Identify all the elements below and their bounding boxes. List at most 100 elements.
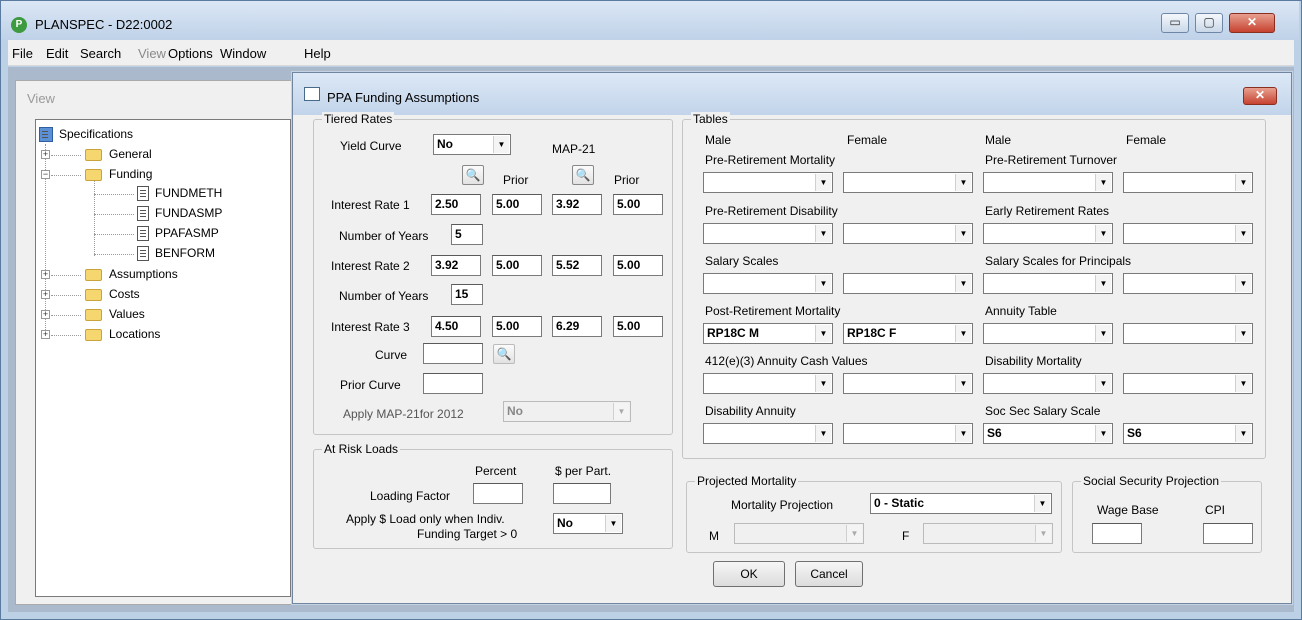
menu-window[interactable]: Window xyxy=(220,46,266,61)
number-of-years-2-field[interactable]: 15 xyxy=(451,284,483,305)
interest-rate-1-field-4[interactable]: 5.00 xyxy=(613,194,663,215)
chevron-down-icon[interactable]: ▼ xyxy=(846,525,862,542)
interest-rate-3-field-4[interactable]: 5.00 xyxy=(613,316,663,337)
chevron-down-icon[interactable]: ▼ xyxy=(1095,375,1111,392)
chevron-down-icon[interactable]: ▼ xyxy=(1095,225,1111,242)
table-select-1-2[interactable]: ▼ xyxy=(843,172,973,193)
loading-per-part-field[interactable] xyxy=(553,483,611,504)
chevron-down-icon[interactable]: ▼ xyxy=(815,425,831,442)
tree-item-fundmeth[interactable]: FUNDMETH xyxy=(155,186,222,200)
chevron-down-icon[interactable]: ▼ xyxy=(815,325,831,342)
chevron-down-icon[interactable]: ▼ xyxy=(955,275,971,292)
apply-load-select[interactable]: No ▼ xyxy=(553,513,623,534)
table-select-6-4[interactable]: S6 ▼ xyxy=(1123,423,1253,444)
curve-field[interactable] xyxy=(423,343,483,364)
prior-curve-field[interactable] xyxy=(423,373,483,394)
map21-lookup-button[interactable]: 🔍 xyxy=(572,165,594,185)
chevron-down-icon[interactable]: ▼ xyxy=(1034,495,1050,512)
chevron-down-icon[interactable]: ▼ xyxy=(1235,425,1251,442)
chevron-down-icon[interactable]: ▼ xyxy=(1095,425,1111,442)
table-select-1-3[interactable]: ▼ xyxy=(983,172,1113,193)
chevron-down-icon[interactable]: ▼ xyxy=(815,225,831,242)
table-select-4-2[interactable]: RP18C F ▼ xyxy=(843,323,973,344)
tree-item-ppafasmp[interactable]: PPAFASMP xyxy=(155,226,219,240)
interest-rate-3-field-1[interactable]: 4.50 xyxy=(431,316,481,337)
interest-rate-1-field-2[interactable]: 5.00 xyxy=(492,194,542,215)
ok-button[interactable]: OK xyxy=(713,561,785,587)
tree-expander-funding[interactable]: − xyxy=(41,170,50,179)
dialog-close-button[interactable]: ✕ xyxy=(1243,87,1277,105)
chevron-down-icon[interactable]: ▼ xyxy=(1095,174,1111,191)
chevron-down-icon[interactable]: ▼ xyxy=(955,425,971,442)
chevron-down-icon[interactable]: ▼ xyxy=(1095,275,1111,292)
specifications-tree[interactable]: Specifications + General − Funding FUNDMETH FU… xyxy=(35,119,291,597)
table-select-3-1[interactable]: ▼ xyxy=(703,273,833,294)
yield-curve-select[interactable]: No ▼ xyxy=(433,134,511,155)
table-select-3-4[interactable]: ▼ xyxy=(1123,273,1253,294)
mortality-projection-select[interactable]: 0 - Static ▼ xyxy=(870,493,1052,514)
close-button[interactable]: ✕ xyxy=(1229,13,1275,33)
tree-item-assumptions[interactable]: Assumptions xyxy=(109,267,178,281)
table-select-4-3[interactable]: ▼ xyxy=(983,323,1113,344)
table-select-6-1[interactable]: ▼ xyxy=(703,423,833,444)
cpi-field[interactable] xyxy=(1203,523,1253,544)
curve-lookup-button[interactable]: 🔍 xyxy=(493,344,515,364)
chevron-down-icon[interactable]: ▼ xyxy=(1095,325,1111,342)
chevron-down-icon[interactable]: ▼ xyxy=(1235,325,1251,342)
table-select-2-2[interactable]: ▼ xyxy=(843,223,973,244)
tree-item-costs[interactable]: Costs xyxy=(109,287,140,301)
table-select-3-2[interactable]: ▼ xyxy=(843,273,973,294)
lookup-button[interactable]: 🔍 xyxy=(462,165,484,185)
tree-item-general[interactable]: General xyxy=(109,147,152,161)
interest-rate-2-field-2[interactable]: 5.00 xyxy=(492,255,542,276)
interest-rate-3-field-3[interactable]: 6.29 xyxy=(552,316,602,337)
table-select-6-3[interactable]: S6 ▼ xyxy=(983,423,1113,444)
tree-item-funding[interactable]: Funding xyxy=(109,167,152,181)
menu-file[interactable]: File xyxy=(12,46,33,61)
interest-rate-2-field-3[interactable]: 5.52 xyxy=(552,255,602,276)
chevron-down-icon[interactable]: ▼ xyxy=(493,136,509,153)
menu-search[interactable]: Search xyxy=(80,46,121,61)
interest-rate-2-field-4[interactable]: 5.00 xyxy=(613,255,663,276)
chevron-down-icon[interactable]: ▼ xyxy=(955,225,971,242)
wage-base-field[interactable] xyxy=(1092,523,1142,544)
table-select-1-4[interactable]: ▼ xyxy=(1123,172,1253,193)
table-select-4-1[interactable]: RP18C M ▼ xyxy=(703,323,833,344)
table-select-5-4[interactable]: ▼ xyxy=(1123,373,1253,394)
menu-options[interactable]: Options xyxy=(168,46,213,61)
tree-expander-values[interactable]: + xyxy=(41,310,50,319)
chevron-down-icon[interactable]: ▼ xyxy=(955,375,971,392)
menu-view[interactable]: View xyxy=(138,46,166,61)
table-select-5-2[interactable]: ▼ xyxy=(843,373,973,394)
tree-root-label[interactable]: Specifications xyxy=(59,127,133,141)
chevron-down-icon[interactable]: ▼ xyxy=(815,375,831,392)
menu-edit[interactable]: Edit xyxy=(46,46,68,61)
tree-expander-costs[interactable]: + xyxy=(41,290,50,299)
tree-expander-general[interactable]: + xyxy=(41,150,50,159)
interest-rate-1-field-1[interactable]: 2.50 xyxy=(431,194,481,215)
table-select-2-3[interactable]: ▼ xyxy=(983,223,1113,244)
table-select-4-4[interactable]: ▼ xyxy=(1123,323,1253,344)
menu-help[interactable]: Help xyxy=(304,46,331,61)
loading-percent-field[interactable] xyxy=(473,483,523,504)
chevron-down-icon[interactable]: ▼ xyxy=(605,515,621,532)
chevron-down-icon[interactable]: ▼ xyxy=(955,325,971,342)
table-select-3-3[interactable]: ▼ xyxy=(983,273,1113,294)
table-select-5-3[interactable]: ▼ xyxy=(983,373,1113,394)
chevron-down-icon[interactable]: ▼ xyxy=(815,275,831,292)
table-select-2-4[interactable]: ▼ xyxy=(1123,223,1253,244)
chevron-down-icon[interactable]: ▼ xyxy=(613,403,629,420)
chevron-down-icon[interactable]: ▼ xyxy=(1235,225,1251,242)
maximize-button[interactable]: ▢ xyxy=(1195,13,1223,33)
m-select[interactable]: ▼ xyxy=(734,523,864,544)
table-select-2-1[interactable]: ▼ xyxy=(703,223,833,244)
chevron-down-icon[interactable]: ▼ xyxy=(1235,174,1251,191)
chevron-down-icon[interactable]: ▼ xyxy=(1235,375,1251,392)
tree-item-benform[interactable]: BENFORM xyxy=(155,246,215,260)
tree-item-values[interactable]: Values xyxy=(109,307,145,321)
f-select[interactable]: ▼ xyxy=(923,523,1053,544)
interest-rate-1-field-3[interactable]: 3.92 xyxy=(552,194,602,215)
interest-rate-3-field-2[interactable]: 5.00 xyxy=(492,316,542,337)
tree-item-fundasmp[interactable]: FUNDASMP xyxy=(155,206,222,220)
table-select-1-1[interactable]: ▼ xyxy=(703,172,833,193)
